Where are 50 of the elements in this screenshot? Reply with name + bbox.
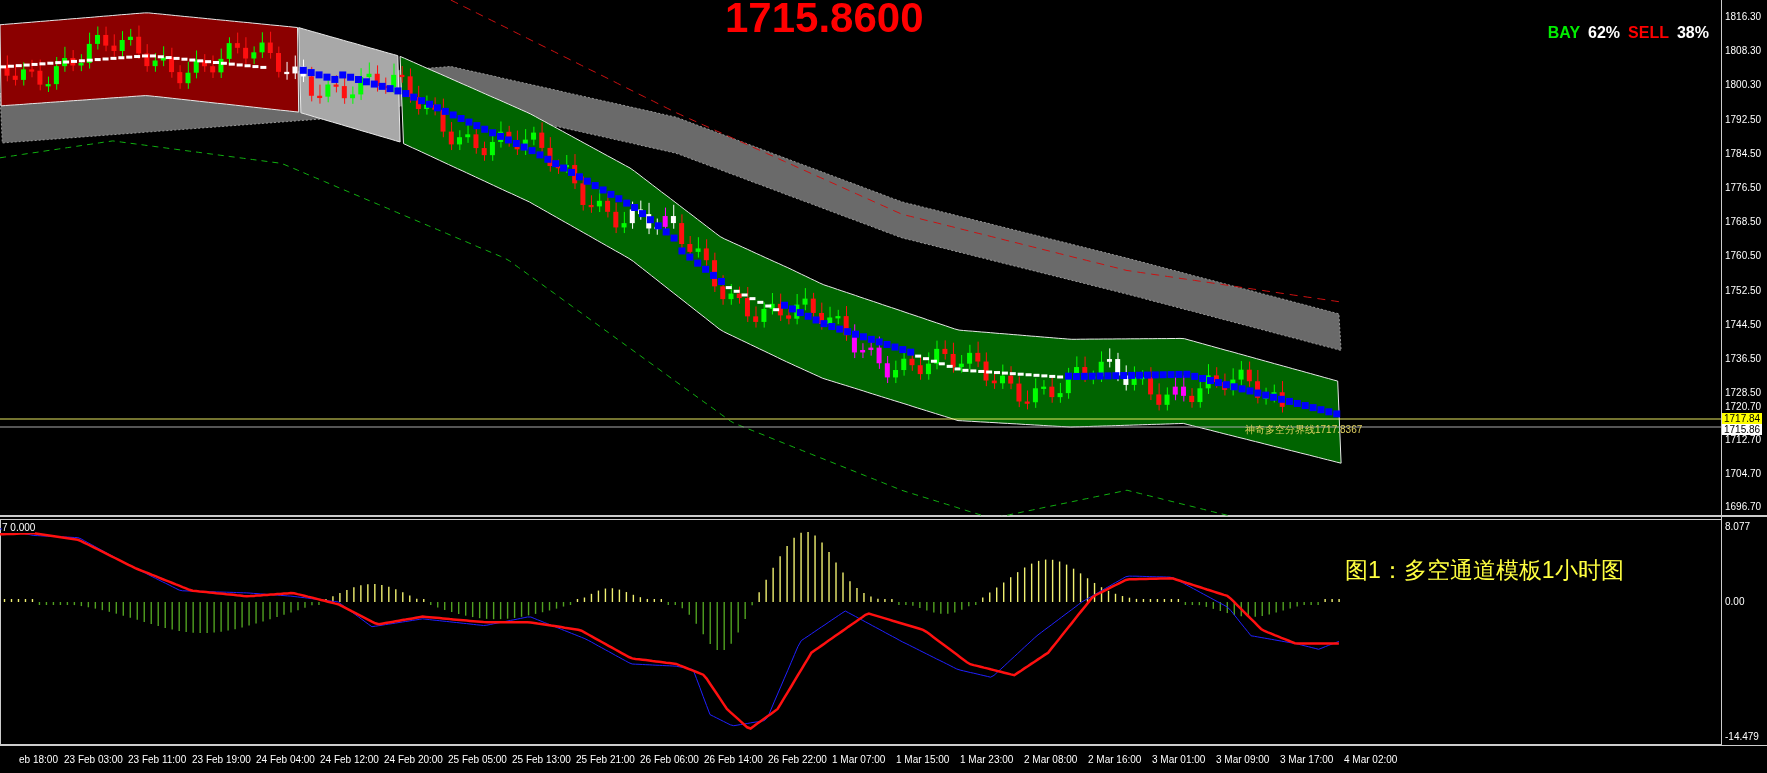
time-axis-label: 3 Mar 09:00: [1215, 752, 1271, 767]
price-axis-label: 1784.50: [1725, 148, 1762, 160]
time-axis-label: 1 Mar 23:00: [959, 752, 1015, 767]
price-axis-label: 1776.50: [1725, 182, 1762, 194]
price-axis-label: 1792.50: [1725, 114, 1762, 126]
price-axis-label: 1752.50: [1725, 285, 1762, 297]
sell-share: 38%: [1676, 24, 1709, 42]
price-axis-label: 1736.50: [1725, 353, 1762, 365]
time-axis-label: 24 Feb 12:00: [319, 752, 380, 767]
price-axis-label: 1816.30: [1725, 11, 1762, 23]
time-axis-label: 26 Feb 06:00: [639, 752, 700, 767]
indicator-axis-label: -14.479: [1725, 731, 1759, 744]
time-axis-label: 4 Mar 02:00: [1343, 752, 1399, 767]
price-axis-label: 1720.70: [1725, 401, 1762, 413]
buy-label: BAY: [1547, 24, 1581, 42]
price-axis-label: 1808.30: [1725, 45, 1762, 57]
price-axis-label: 1712.70: [1725, 434, 1762, 446]
indicator-axis-label: 0.00: [1725, 596, 1745, 609]
time-axis-label: 2 Mar 08:00: [1023, 752, 1079, 767]
time-axis-label: 3 Mar 01:00: [1151, 752, 1207, 767]
price-marker: 1717.84: [1722, 413, 1763, 424]
time-axis-label: 2 Mar 16:00: [1087, 752, 1143, 767]
time-axis-label: 24 Feb 04:00: [255, 752, 316, 767]
indicator-label: 7 0.000: [2, 522, 36, 534]
price-axis-label: 1768.50: [1725, 216, 1762, 228]
time-axis-label: 1 Mar 15:00: [895, 752, 951, 767]
time-axis-label: 25 Feb 21:00: [575, 752, 636, 767]
price-axis-label: 1760.50: [1725, 250, 1762, 262]
indicator-axis-label: 8.077: [1725, 521, 1751, 534]
current-price: 1715.8600: [725, 0, 924, 42]
time-axis-label: 25 Feb 05:00: [447, 752, 508, 767]
time-axis-label: 24 Feb 20:00: [383, 752, 444, 767]
time-axis-label: eb 18:00: [18, 752, 59, 767]
price-axis-label: 1744.50: [1725, 319, 1762, 331]
chart-caption: 图1：多空通道模板1小时图: [1345, 556, 1624, 586]
time-axis-label: 23 Feb 11:00: [127, 752, 188, 767]
time-axis-label: 25 Feb 13:00: [511, 752, 572, 767]
time-axis-label: 3 Mar 17:00: [1279, 752, 1335, 767]
price-axis-label: 1696.70: [1725, 501, 1762, 513]
time-axis-label: 23 Feb 19:00: [191, 752, 252, 767]
price-axis-label: 1704.70: [1725, 468, 1762, 480]
time-axis-label: 23 Feb 03:00: [63, 752, 124, 767]
price-axis-label: 1728.50: [1725, 387, 1762, 399]
buy-share: 62%: [1588, 24, 1621, 42]
time-axis-label: 26 Feb 14:00: [703, 752, 764, 767]
time-axis-label: 1 Mar 07:00: [831, 752, 887, 767]
price-axis-label: 1800.30: [1725, 79, 1762, 91]
price-marker: 1715.86: [1722, 424, 1763, 435]
time-axis-label: 26 Feb 22:00: [767, 752, 828, 767]
sell-label: SELL: [1628, 24, 1669, 42]
